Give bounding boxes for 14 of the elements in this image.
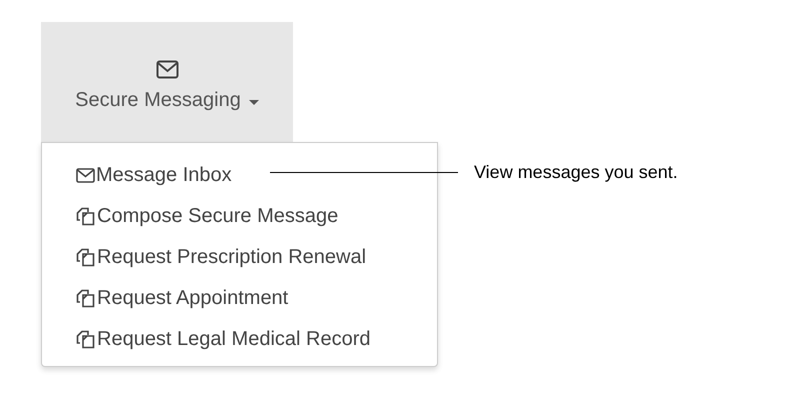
secure-messaging-button[interactable]: Secure Messaging	[41, 22, 293, 142]
copy-icon	[76, 207, 96, 226]
copy-icon	[76, 248, 96, 267]
caret-icon	[248, 100, 259, 104]
envelope-icon	[156, 60, 178, 79]
menu-item[interactable]: Message Inbox	[76, 161, 232, 190]
callout-text: View messages you sent.	[474, 162, 678, 183]
menu-item[interactable]: Request Appointment	[76, 284, 288, 313]
menu-item[interactable]: Request Legal Medical Record	[76, 325, 370, 354]
copy-icon	[76, 289, 96, 308]
menu-item[interactable]: Request Prescription Renewal	[76, 243, 366, 272]
menu-item[interactable]: Compose Secure Message	[76, 202, 338, 231]
copy-icon	[76, 330, 96, 349]
envelope-icon	[76, 168, 95, 183]
